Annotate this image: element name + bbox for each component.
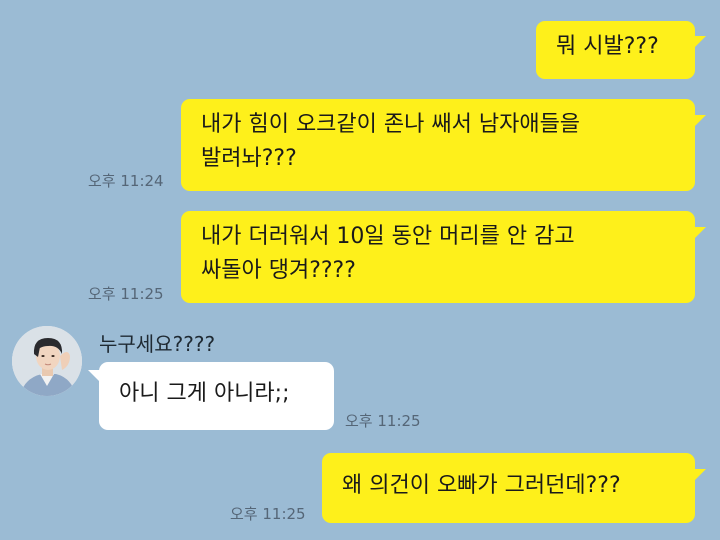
message-text: 뭐 시발??? <box>556 34 659 59</box>
message-text-line: 발려놔??? <box>201 146 297 171</box>
bubble-tail <box>694 36 706 48</box>
message-timestamp: 오후 11:25 <box>88 285 164 303</box>
message-text-line: 싸돌아 댕겨???? <box>201 258 356 283</box>
message-timestamp: 오후 11:25 <box>345 412 421 430</box>
message-bubble-mine[interactable]: 왜 의건이 오빠가 그러던데??? <box>322 453 695 523</box>
message-bubble-mine[interactable]: 뭐 시발??? <box>536 21 695 79</box>
message-text: 왜 의건이 오빠가 그러던데??? <box>342 473 621 498</box>
bubble-tail <box>694 227 706 239</box>
message-text: 아니 그게 아니라;; <box>119 381 290 406</box>
message-timestamp: 오후 11:24 <box>88 172 164 190</box>
chat-window: 뭐 시발??? 내가 힘이 오크같이 존나 쌔서 남자애들을 발려놔??? 오후… <box>0 0 720 540</box>
bubble-tail <box>694 469 706 481</box>
message-text-line: 내가 더러워서 10일 동안 머리를 안 감고 <box>201 224 575 249</box>
profile-avatar[interactable] <box>12 326 82 396</box>
message-bubble-mine[interactable]: 내가 더러워서 10일 동안 머리를 안 감고 싸돌아 댕겨???? <box>181 211 695 303</box>
message-bubble-other[interactable]: 아니 그게 아니라;; <box>99 362 334 430</box>
sender-name: 누구세요???? <box>99 332 216 356</box>
bubble-tail <box>694 115 706 127</box>
message-timestamp: 오후 11:25 <box>230 505 306 523</box>
profile-photo-icon <box>12 326 82 396</box>
message-text-line: 내가 힘이 오크같이 존나 쌔서 남자애들을 <box>201 112 581 137</box>
message-bubble-mine[interactable]: 내가 힘이 오크같이 존나 쌔서 남자애들을 발려놔??? <box>181 99 695 191</box>
